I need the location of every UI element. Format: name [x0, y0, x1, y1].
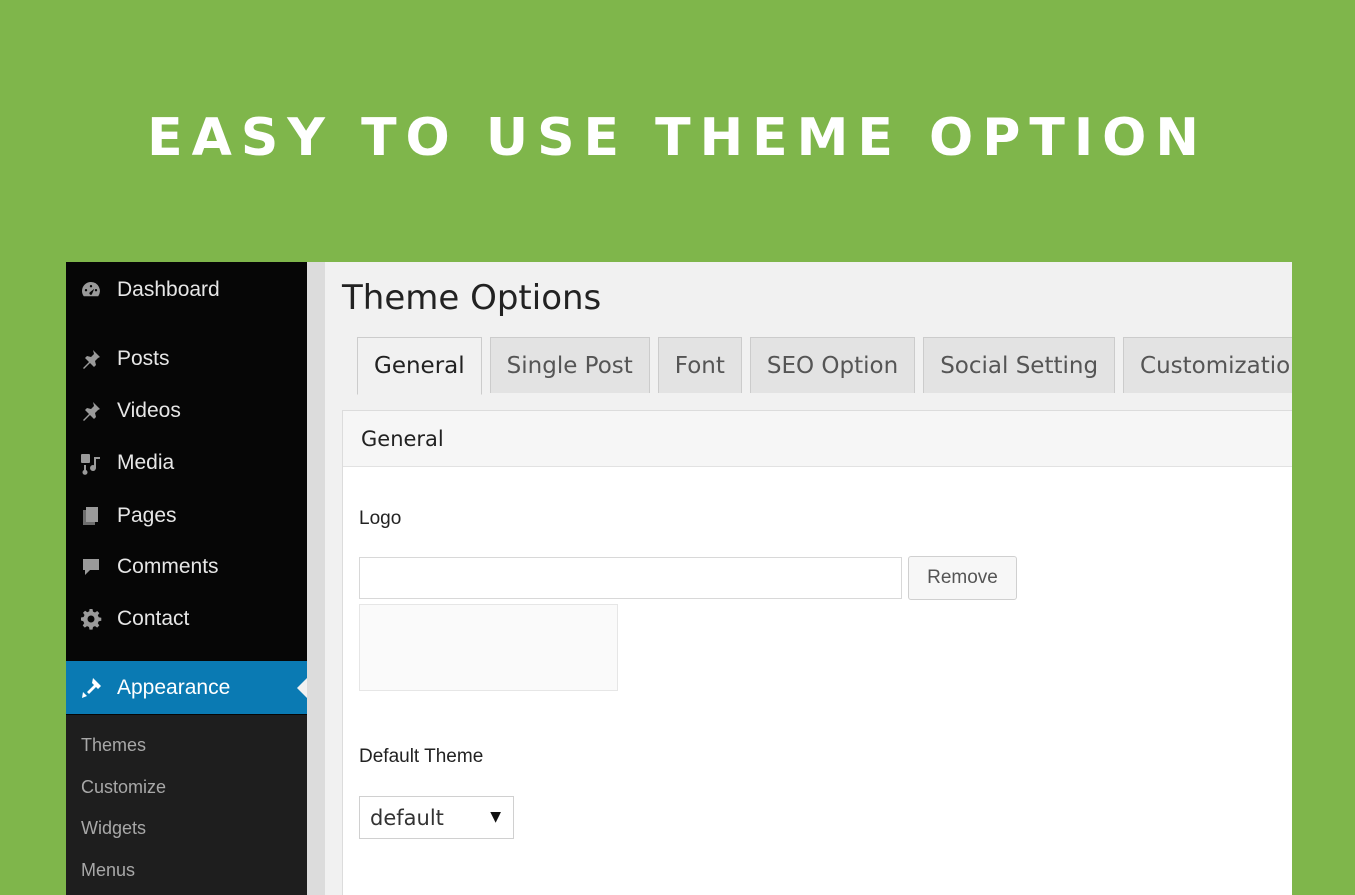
dashboard-icon [76, 277, 106, 303]
submenu-item-widgets[interactable]: Widgets [81, 818, 146, 839]
submenu-item-themes[interactable]: Themes [81, 735, 146, 756]
logo-label: Logo [359, 508, 402, 529]
sidebar-item-pages[interactable]: Pages [66, 494, 307, 538]
brush-icon [76, 675, 106, 701]
select-value: default [370, 805, 444, 830]
sidebar-item-label: Dashboard [117, 278, 220, 301]
sidebar-item-label: Media [117, 451, 175, 474]
page-title: Theme Options [342, 278, 602, 318]
tab-general[interactable]: General [357, 337, 482, 395]
sidebar-item-dashboard[interactable]: Dashboard [66, 268, 307, 312]
sidebar-item-label: Comments [117, 555, 219, 578]
active-indicator [297, 677, 307, 698]
main-content: Theme Options General Single Post Font S… [325, 262, 1292, 895]
tab-seo-option[interactable]: SEO Option [749, 337, 916, 393]
sidebar-item-posts[interactable]: Posts [66, 337, 307, 381]
pin-icon [76, 398, 106, 424]
media-icon [76, 450, 106, 476]
submenu-item-customize[interactable]: Customize [81, 777, 166, 798]
default-theme-label: Default Theme [359, 746, 484, 767]
sidebar-item-label: Posts [117, 347, 170, 370]
tab-social-setting[interactable]: Social Setting [923, 337, 1116, 393]
sidebar-item-label: Contact [117, 607, 190, 630]
banner-title: EASY TO USE THEME OPTION [147, 108, 1208, 168]
tab-customization[interactable]: Customization [1123, 337, 1292, 393]
sidebar-item-appearance[interactable]: Appearance [66, 661, 307, 714]
sidebar-item-videos[interactable]: Videos [66, 389, 307, 433]
appearance-submenu: Themes Customize Widgets Menus [66, 715, 307, 895]
tab-font[interactable]: Font [657, 337, 742, 393]
options-panel: General Logo Remove Default Theme defaul… [342, 410, 1292, 895]
pages-icon [76, 503, 106, 529]
gear-icon [76, 606, 106, 632]
panel-header: General [343, 411, 1292, 467]
admin-screen: Dashboard Posts Videos Media Pages Comme… [66, 262, 1292, 895]
pin-icon [76, 346, 106, 372]
sidebar-item-comments[interactable]: Comments [66, 545, 307, 589]
sidebar-item-label: Appearance [117, 675, 231, 699]
divider [307, 262, 325, 895]
submenu-item-menus[interactable]: Menus [81, 860, 135, 881]
tab-single-post[interactable]: Single Post [489, 337, 650, 393]
admin-sidebar: Dashboard Posts Videos Media Pages Comme… [66, 262, 307, 895]
caret-down-icon: ▼ [490, 809, 501, 825]
comment-icon [76, 554, 106, 580]
sidebar-item-media[interactable]: Media [66, 441, 307, 485]
sidebar-item-contact[interactable]: Contact [66, 597, 307, 641]
sidebar-item-label: Videos [117, 399, 181, 422]
logo-preview [359, 604, 618, 691]
remove-button[interactable]: Remove [908, 556, 1017, 600]
default-theme-select[interactable]: default ▼ [359, 796, 514, 839]
logo-url-input[interactable] [359, 557, 902, 599]
sidebar-item-label: Pages [117, 504, 177, 527]
tab-bar: General Single Post Font SEO Option Soci… [357, 337, 1292, 395]
